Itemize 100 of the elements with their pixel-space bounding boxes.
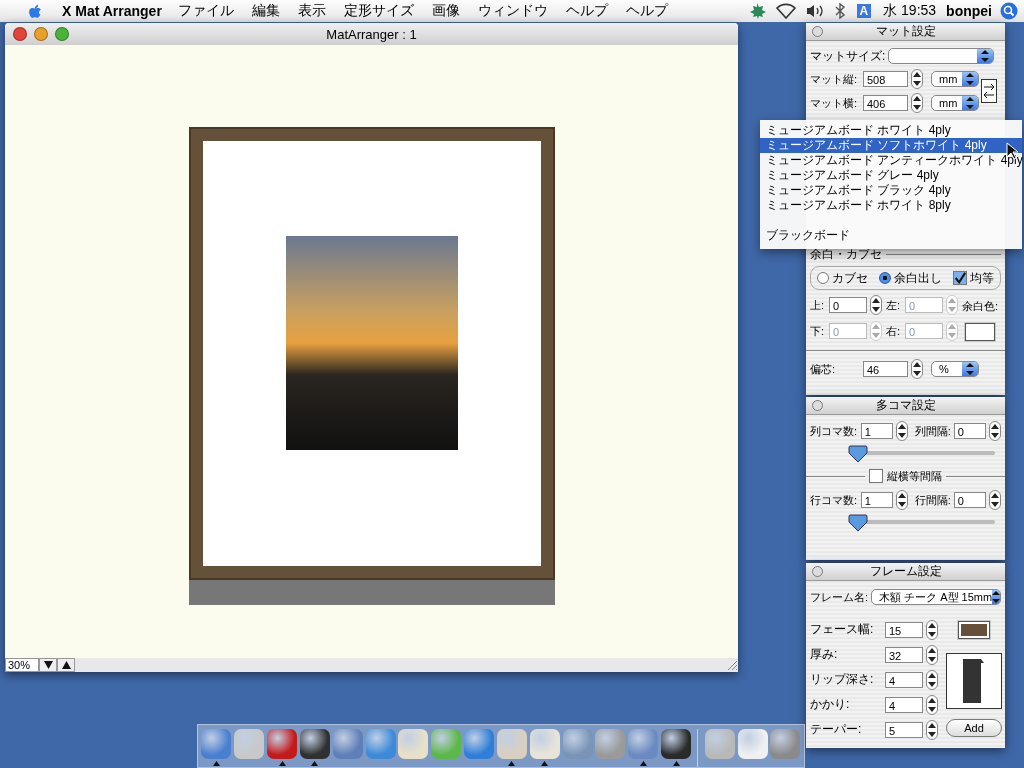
menu-option[interactable]: ミュージアムボード ホワイト 4ply: [760, 123, 1022, 138]
running-indicator-icon: [541, 761, 549, 766]
stepper[interactable]: [926, 644, 938, 665]
field-label: 行コマ数:: [810, 492, 858, 508]
menu-item[interactable]: 編集: [251, 2, 280, 20]
up-down-arrows-icon: [981, 49, 990, 63]
slider[interactable]: [850, 445, 995, 463]
input-field[interactable]: 406: [863, 95, 908, 111]
checkbox[interactable]: [953, 271, 967, 285]
stepper[interactable]: [870, 295, 882, 315]
radio-button[interactable]: [817, 272, 829, 284]
field-label: 左:: [886, 297, 902, 313]
checkbox-label: 均等: [970, 269, 994, 287]
mat-size-popup[interactable]: [888, 48, 995, 64]
running-indicator-icon: [311, 761, 319, 766]
unit-popup[interactable]: %: [931, 361, 979, 377]
menu-item[interactable]: 定形サイズ: [343, 2, 414, 20]
collapse-button[interactable]: [812, 566, 823, 577]
stepper[interactable]: [989, 490, 1001, 510]
unit-popup[interactable]: mm: [931, 71, 979, 87]
color-swatch[interactable]: [965, 323, 996, 341]
user-menu[interactable]: bonpei: [946, 3, 992, 19]
checkbox[interactable]: [869, 469, 883, 483]
field-label: マット縦:: [810, 71, 859, 87]
input-field[interactable]: 5: [885, 721, 923, 738]
menu-option[interactable]: ミュージアムボード ソフトホワイト 4ply: [760, 138, 1022, 153]
field-label: マットサイズ:: [810, 47, 886, 65]
add-button[interactable]: Add: [946, 719, 1002, 737]
menu-item[interactable]: ウィンドウ: [477, 2, 548, 20]
radio-label: 余白出し: [894, 269, 942, 287]
dock-icon[interactable]: [737, 729, 768, 759]
field-label: フレーム名:: [810, 589, 869, 605]
input-menu[interactable]: A: [856, 4, 872, 18]
field-label: テーパー:: [810, 721, 863, 738]
collapse-button[interactable]: [812, 400, 823, 411]
zoom-field[interactable]: 30%: [5, 658, 39, 672]
input-field[interactable]: 46: [863, 361, 908, 377]
stepper[interactable]: [911, 359, 923, 379]
wifi-icon[interactable]: [774, 3, 797, 19]
app-icon[interactable]: [661, 729, 691, 759]
stepper[interactable]: [926, 669, 938, 690]
stepper[interactable]: [896, 421, 908, 441]
checkbox-label: 縦横等間隔: [887, 468, 942, 484]
input-field[interactable]: 508: [863, 71, 908, 87]
menu-item[interactable]: 画像: [431, 2, 460, 20]
swap-arrows-icon[interactable]: [981, 79, 997, 103]
slider-thumb[interactable]: [848, 445, 868, 463]
stepper[interactable]: [926, 694, 938, 715]
zoom-out-button[interactable]: [39, 658, 57, 672]
field-label: 列コマ数:: [810, 423, 858, 439]
panel-title: フレーム設定: [869, 563, 942, 580]
menu-option[interactable]: ミュージアムボード ホワイト 8ply: [760, 198, 1022, 213]
up-down-arrows-icon: [992, 590, 1000, 604]
running-indicator-icon: [278, 761, 286, 766]
stepper[interactable]: [926, 619, 938, 640]
slider-thumb[interactable]: [848, 514, 868, 532]
input-field[interactable]: 15: [885, 621, 923, 638]
input-field[interactable]: 0: [829, 297, 867, 313]
running-indicator-icon: [508, 761, 516, 766]
zoom-button[interactable]: [55, 27, 69, 41]
color-swatch[interactable]: [958, 621, 990, 639]
menu-item[interactable]: ヘルプ: [565, 2, 608, 20]
app-menu[interactable]: X Mat Arranger: [62, 3, 162, 19]
volume-icon[interactable]: [804, 3, 825, 19]
unit-popup[interactable]: mm: [931, 95, 979, 111]
input-field[interactable]: 0: [953, 423, 987, 439]
stepper[interactable]: [896, 490, 908, 510]
stepper[interactable]: [989, 421, 1001, 441]
menu-item[interactable]: ファイル: [177, 2, 234, 20]
input-field[interactable]: 1: [860, 492, 894, 508]
menu-option[interactable]: ミュージアムボード グレー 4ply: [760, 168, 1022, 183]
radio-button[interactable]: [879, 272, 891, 284]
input-field[interactable]: 0: [953, 492, 987, 508]
menu-item[interactable]: 表示: [297, 2, 326, 20]
frame-name-popup[interactable]: 木額 チーク A型 15mm: [871, 589, 1001, 605]
stepper[interactable]: [911, 69, 923, 89]
slider[interactable]: [850, 514, 995, 532]
stepper[interactable]: [911, 93, 923, 113]
menu-item[interactable]: ヘルプ: [625, 2, 668, 20]
menu-option[interactable]: ミュージアムボード ブラック 4ply: [760, 183, 1022, 198]
field-label: 余白色:: [962, 299, 999, 314]
input-field[interactable]: 4: [885, 671, 923, 688]
input-field[interactable]: 4: [885, 696, 923, 713]
frame-profile-drawing: [946, 653, 1002, 709]
stepper[interactable]: [926, 719, 938, 740]
zoom-in-button[interactable]: [57, 658, 75, 672]
search-icon[interactable]: [1000, 2, 1018, 20]
menu-option[interactable]: ブラックボード: [760, 228, 1022, 243]
close-button[interactable]: [13, 27, 27, 41]
app-icon[interactable]: [267, 729, 298, 759]
apple-icon[interactable]: [26, 2, 44, 20]
resize-grip-icon[interactable]: [727, 659, 738, 671]
window-title: MatArranger : 1: [326, 26, 417, 42]
collapse-button[interactable]: [812, 26, 823, 37]
menu-clock[interactable]: 水 19:53: [883, 2, 937, 20]
input-field[interactable]: 1: [860, 423, 894, 439]
up-down-arrows-icon: [966, 96, 974, 110]
app-icon[interactable]: [299, 729, 330, 759]
input-field[interactable]: 32: [885, 646, 923, 663]
minimize-button[interactable]: [34, 27, 48, 41]
